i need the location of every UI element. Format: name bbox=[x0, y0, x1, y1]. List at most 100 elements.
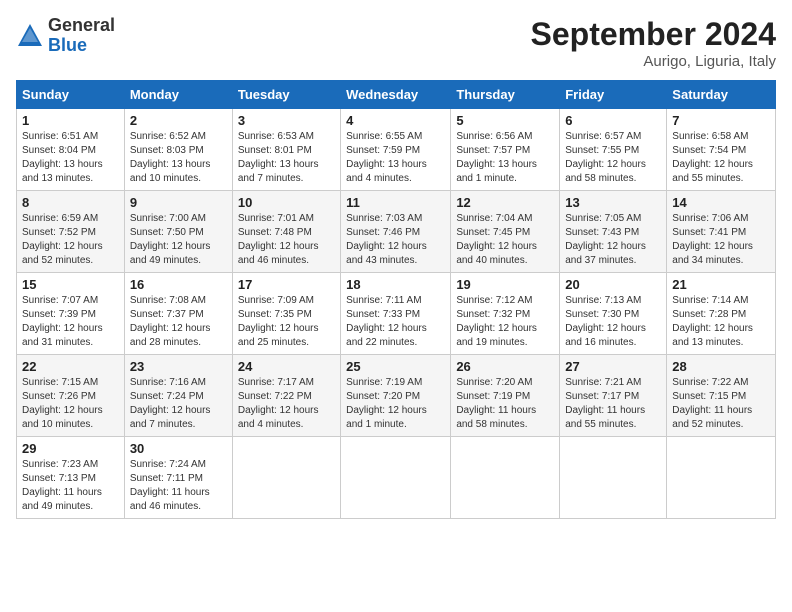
day-info: Sunrise: 7:07 AM Sunset: 7:39 PM Dayligh… bbox=[22, 294, 119, 350]
day-number: 4 bbox=[346, 113, 445, 128]
logo-blue: Blue bbox=[48, 36, 115, 56]
day-cell: 24 Sunrise: 7:17 AM Sunset: 7:22 PM Dayli… bbox=[232, 355, 340, 437]
day-number: 2 bbox=[130, 113, 227, 128]
day-number: 16 bbox=[130, 277, 227, 292]
week-row-5: 29 Sunrise: 7:23 AM Sunset: 7:13 PM Dayli… bbox=[17, 437, 776, 519]
day-number: 22 bbox=[22, 359, 119, 374]
day-info: Sunrise: 7:09 AM Sunset: 7:35 PM Dayligh… bbox=[238, 294, 335, 350]
day-cell: 7 Sunrise: 6:58 AM Sunset: 7:54 PM Daylig… bbox=[667, 109, 776, 191]
week-row-3: 15 Sunrise: 7:07 AM Sunset: 7:39 PM Dayli… bbox=[17, 273, 776, 355]
day-info: Sunrise: 7:21 AM Sunset: 7:17 PM Dayligh… bbox=[565, 376, 661, 432]
day-cell: 15 Sunrise: 7:07 AM Sunset: 7:39 PM Dayli… bbox=[17, 273, 125, 355]
day-cell: 27 Sunrise: 7:21 AM Sunset: 7:17 PM Dayli… bbox=[560, 355, 667, 437]
day-info: Sunrise: 7:00 AM Sunset: 7:50 PM Dayligh… bbox=[130, 212, 227, 268]
day-info: Sunrise: 7:22 AM Sunset: 7:15 PM Dayligh… bbox=[672, 376, 770, 432]
dow-header-monday: Monday bbox=[124, 81, 232, 109]
week-row-4: 22 Sunrise: 7:15 AM Sunset: 7:26 PM Dayli… bbox=[17, 355, 776, 437]
day-number: 29 bbox=[22, 441, 119, 456]
day-info: Sunrise: 7:15 AM Sunset: 7:26 PM Dayligh… bbox=[22, 376, 119, 432]
day-info: Sunrise: 7:08 AM Sunset: 7:37 PM Dayligh… bbox=[130, 294, 227, 350]
day-cell: 8 Sunrise: 6:59 AM Sunset: 7:52 PM Daylig… bbox=[17, 191, 125, 273]
day-number: 17 bbox=[238, 277, 335, 292]
logo-text: General Blue bbox=[48, 16, 115, 56]
day-cell: 18 Sunrise: 7:11 AM Sunset: 7:33 PM Dayli… bbox=[341, 273, 451, 355]
day-info: Sunrise: 7:17 AM Sunset: 7:22 PM Dayligh… bbox=[238, 376, 335, 432]
day-number: 1 bbox=[22, 113, 119, 128]
day-cell: 17 Sunrise: 7:09 AM Sunset: 7:35 PM Dayli… bbox=[232, 273, 340, 355]
day-number: 25 bbox=[346, 359, 445, 374]
day-cell: 10Sunrise: 7:01 AM Sunset: 7:48 PM Dayli… bbox=[232, 191, 340, 273]
day-cell bbox=[341, 437, 451, 519]
day-number: 13 bbox=[565, 195, 661, 210]
day-info: Sunrise: 7:03 AM Sunset: 7:46 PM Dayligh… bbox=[346, 212, 445, 268]
day-info: Sunrise: 7:23 AM Sunset: 7:13 PM Dayligh… bbox=[22, 458, 119, 514]
day-number: 6 bbox=[565, 113, 661, 128]
day-info: Sunrise: 7:04 AM Sunset: 7:45 PM Dayligh… bbox=[456, 212, 554, 268]
month-title: September 2024 bbox=[531, 16, 776, 53]
dow-header-saturday: Saturday bbox=[667, 81, 776, 109]
day-number: 18 bbox=[346, 277, 445, 292]
day-number: 23 bbox=[130, 359, 227, 374]
day-number: 8 bbox=[22, 195, 119, 210]
location: Aurigo, Liguria, Italy bbox=[531, 53, 776, 70]
title-block: September 2024 Aurigo, Liguria, Italy bbox=[531, 16, 776, 70]
day-number: 20 bbox=[565, 277, 661, 292]
day-number: 19 bbox=[456, 277, 554, 292]
day-info: Sunrise: 6:51 AM Sunset: 8:04 PM Dayligh… bbox=[22, 130, 119, 186]
day-cell: 13 Sunrise: 7:05 AM Sunset: 7:43 PM Dayli… bbox=[560, 191, 667, 273]
day-cell: 19 Sunrise: 7:12 AM Sunset: 7:32 PM Dayli… bbox=[451, 273, 560, 355]
day-info: Sunrise: 7:20 AM Sunset: 7:19 PM Dayligh… bbox=[456, 376, 554, 432]
day-info: Sunrise: 6:58 AM Sunset: 7:54 PM Dayligh… bbox=[672, 130, 770, 186]
day-number: 21 bbox=[672, 277, 770, 292]
day-cell: 26Sunrise: 7:20 AM Sunset: 7:19 PM Dayli… bbox=[451, 355, 560, 437]
day-cell: 11Sunrise: 7:03 AM Sunset: 7:46 PM Dayli… bbox=[341, 191, 451, 273]
day-cell: 20Sunrise: 7:13 AM Sunset: 7:30 PM Dayli… bbox=[560, 273, 667, 355]
day-number: 27 bbox=[565, 359, 661, 374]
day-cell: 9Sunrise: 7:00 AM Sunset: 7:50 PM Daylig… bbox=[124, 191, 232, 273]
day-number: 12 bbox=[456, 195, 554, 210]
day-info: Sunrise: 7:14 AM Sunset: 7:28 PM Dayligh… bbox=[672, 294, 770, 350]
dow-header-sunday: Sunday bbox=[17, 81, 125, 109]
logo-icon bbox=[16, 22, 44, 50]
week-row-2: 8 Sunrise: 6:59 AM Sunset: 7:52 PM Daylig… bbox=[17, 191, 776, 273]
day-cell: 22 Sunrise: 7:15 AM Sunset: 7:26 PM Dayli… bbox=[17, 355, 125, 437]
day-info: Sunrise: 6:59 AM Sunset: 7:52 PM Dayligh… bbox=[22, 212, 119, 268]
day-number: 24 bbox=[238, 359, 335, 374]
day-cell bbox=[232, 437, 340, 519]
day-number: 30 bbox=[130, 441, 227, 456]
day-number: 7 bbox=[672, 113, 770, 128]
day-cell: 21 Sunrise: 7:14 AM Sunset: 7:28 PM Dayli… bbox=[667, 273, 776, 355]
day-cell: 6 Sunrise: 6:57 AM Sunset: 7:55 PM Daylig… bbox=[560, 109, 667, 191]
day-cell: 5 Sunrise: 6:56 AM Sunset: 7:57 PM Daylig… bbox=[451, 109, 560, 191]
day-cell: 2Sunrise: 6:52 AM Sunset: 8:03 PM Daylig… bbox=[124, 109, 232, 191]
dow-header-thursday: Thursday bbox=[451, 81, 560, 109]
day-number: 28 bbox=[672, 359, 770, 374]
page-header: General Blue September 2024 Aurigo, Ligu… bbox=[16, 16, 776, 70]
day-cell: 29 Sunrise: 7:23 AM Sunset: 7:13 PM Dayli… bbox=[17, 437, 125, 519]
day-number: 14 bbox=[672, 195, 770, 210]
day-cell bbox=[667, 437, 776, 519]
day-cell: 30 Sunrise: 7:24 AM Sunset: 7:11 PM Dayli… bbox=[124, 437, 232, 519]
day-number: 5 bbox=[456, 113, 554, 128]
day-info: Sunrise: 7:16 AM Sunset: 7:24 PM Dayligh… bbox=[130, 376, 227, 432]
dow-header-wednesday: Wednesday bbox=[341, 81, 451, 109]
day-info: Sunrise: 7:11 AM Sunset: 7:33 PM Dayligh… bbox=[346, 294, 445, 350]
week-row-1: 1 Sunrise: 6:51 AM Sunset: 8:04 PM Daylig… bbox=[17, 109, 776, 191]
day-cell: 16 Sunrise: 7:08 AM Sunset: 7:37 PM Dayli… bbox=[124, 273, 232, 355]
day-info: Sunrise: 7:19 AM Sunset: 7:20 PM Dayligh… bbox=[346, 376, 445, 432]
day-info: Sunrise: 7:05 AM Sunset: 7:43 PM Dayligh… bbox=[565, 212, 661, 268]
day-info: Sunrise: 7:12 AM Sunset: 7:32 PM Dayligh… bbox=[456, 294, 554, 350]
day-number: 15 bbox=[22, 277, 119, 292]
day-cell bbox=[451, 437, 560, 519]
day-info: Sunrise: 6:57 AM Sunset: 7:55 PM Dayligh… bbox=[565, 130, 661, 186]
logo: General Blue bbox=[16, 16, 115, 56]
day-cell bbox=[560, 437, 667, 519]
calendar-table: SundayMondayTuesdayWednesdayThursdayFrid… bbox=[16, 80, 776, 519]
day-cell: 12 Sunrise: 7:04 AM Sunset: 7:45 PM Dayli… bbox=[451, 191, 560, 273]
day-cell: 3Sunrise: 6:53 AM Sunset: 8:01 PM Daylig… bbox=[232, 109, 340, 191]
day-info: Sunrise: 6:56 AM Sunset: 7:57 PM Dayligh… bbox=[456, 130, 554, 186]
day-cell: 25 Sunrise: 7:19 AM Sunset: 7:20 PM Dayli… bbox=[341, 355, 451, 437]
day-info: Sunrise: 7:01 AM Sunset: 7:48 PM Dayligh… bbox=[238, 212, 335, 268]
day-info: Sunrise: 7:24 AM Sunset: 7:11 PM Dayligh… bbox=[130, 458, 227, 514]
day-info: Sunrise: 6:53 AM Sunset: 8:01 PM Dayligh… bbox=[238, 130, 335, 186]
